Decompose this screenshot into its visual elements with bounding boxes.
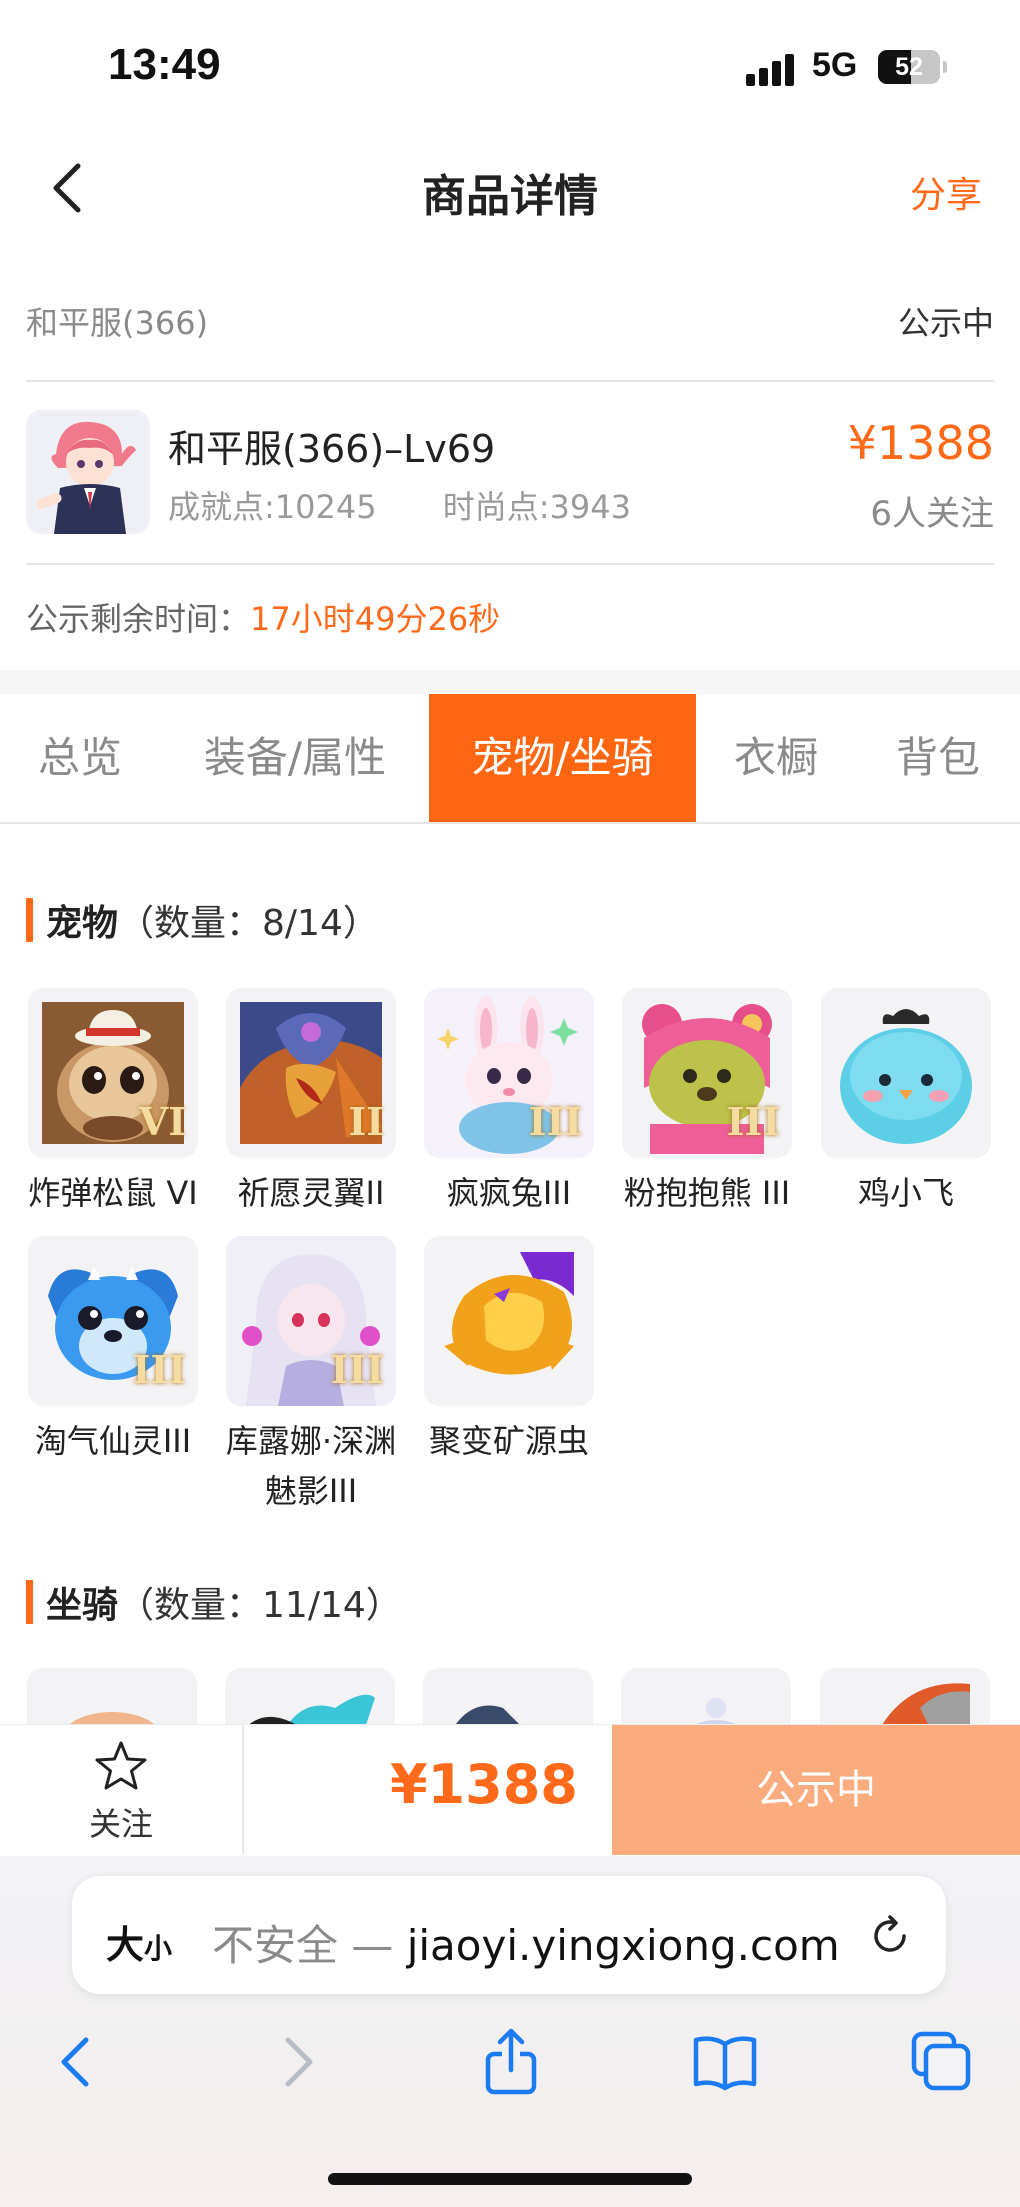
listing-state: 公示中	[897, 304, 994, 342]
pet-card[interactable]: III 库露娜·深渊魅影III	[225, 1236, 397, 1516]
pets-count: （数量：8/14）	[118, 903, 379, 944]
achievement-points: 成就点:10245	[168, 488, 377, 526]
mount-card[interactable]	[225, 1668, 395, 1728]
bookmarks-icon[interactable]	[690, 2026, 760, 2096]
fairy-dog-pet-icon: III	[28, 1236, 198, 1406]
mount-card[interactable]	[621, 1668, 791, 1728]
section-gap	[0, 670, 1020, 694]
share-button[interactable]: 分享	[910, 166, 982, 218]
reload-icon[interactable]	[868, 1914, 912, 1958]
follow-button[interactable]: 关注	[0, 1725, 244, 1855]
battery-icon: 52	[878, 50, 940, 84]
pet-name: 炸弹松鼠 VI	[28, 1174, 198, 1212]
pet-card[interactable]: VI 炸弹松鼠 VI	[27, 988, 199, 1218]
tab-backpack[interactable]: 背包	[872, 694, 1004, 822]
pets-section-title: 宠物	[46, 903, 119, 944]
bottom-price: ¥1388	[390, 1753, 578, 1816]
pet-name: 疯疯兔III	[446, 1174, 572, 1212]
tab-overview[interactable]: 总览	[0, 694, 160, 822]
tabs-icon[interactable]	[906, 2026, 976, 2096]
signal-icon	[746, 52, 798, 86]
mounts-count: （数量：11/14）	[118, 1585, 402, 1626]
follower-count: 6人关注	[870, 494, 994, 534]
pet-tier: III	[726, 1099, 780, 1144]
mount-card[interactable]	[27, 1668, 197, 1728]
eagle-pet-icon: II	[226, 988, 396, 1158]
chick-pet-icon	[821, 988, 991, 1158]
nav-bar: 商品详情 分享	[0, 130, 1020, 250]
browser-toolbar: 大小 不安全 — jiaoyi.yingxiong.com	[0, 1856, 1020, 2207]
back-arrow-icon[interactable]	[42, 2026, 112, 2096]
rabbit-pet-icon: III	[424, 988, 594, 1158]
bottom-action-bar: 关注 ¥1388 公示中	[0, 1724, 1020, 1855]
remaining-time-value: 17小时49分26秒	[250, 600, 501, 638]
tab-pets-mounts[interactable]: 宠物/坐骑	[429, 694, 696, 822]
mounts-section-title: 坐骑	[46, 1585, 119, 1626]
remaining-time-label: 公示剩余时间：	[26, 600, 251, 638]
pet-tier: III	[132, 1347, 186, 1392]
pet-card[interactable]: III 淘气仙灵III	[27, 1236, 199, 1466]
mount-card[interactable]	[820, 1668, 990, 1728]
listing-price: ¥1388	[847, 416, 994, 470]
network-type: 5G	[812, 46, 858, 84]
share-icon[interactable]	[476, 2026, 546, 2096]
product-summary[interactable]: 和平服(366)–Lv69 成就点:10245 时尚点:3943 ¥1388 6…	[26, 408, 994, 538]
pet-tier: III	[330, 1347, 384, 1392]
pet-card[interactable]: II 祈愿灵翼II	[225, 988, 397, 1218]
pet-name: 祈愿灵翼II	[237, 1174, 385, 1212]
detail-tabs: 总览 装备/属性 宠物/坐骑 衣橱 背包	[0, 694, 1020, 824]
divider	[26, 380, 994, 382]
divider	[26, 563, 994, 565]
page-title: 商品详情	[422, 171, 598, 222]
url-text: 不安全 — jiaoyi.yingxiong.com	[212, 1912, 840, 1973]
star-icon	[95, 1741, 147, 1790]
text-size-large: 大	[106, 1923, 145, 1967]
girl-pet-icon: III	[226, 1236, 396, 1406]
url-host: jiaoyi.yingxiong.com	[406, 1921, 840, 1970]
tab-equipment[interactable]: 装备/属性	[176, 694, 414, 822]
status-time: 13:49	[108, 40, 221, 89]
pet-card[interactable]: III 粉抱抱熊 III	[621, 988, 793, 1218]
pet-tier: II	[348, 1099, 384, 1144]
pet-tier: VI	[138, 1099, 186, 1144]
fashion-points: 时尚点:3943	[442, 488, 631, 526]
pet-tier: III	[528, 1099, 582, 1144]
home-indicator	[328, 2173, 692, 2185]
pet-name: 淘气仙灵III	[34, 1422, 192, 1460]
pet-name: 库露娜·深渊魅影III	[225, 1422, 397, 1510]
bear-pet-icon: III	[622, 988, 792, 1158]
follow-label: 关注	[88, 1805, 153, 1843]
battery-level: 52	[895, 53, 923, 81]
battery-tip	[943, 61, 947, 73]
status-bar: 13:49 5G 52	[0, 0, 1020, 130]
text-size-small: 小	[144, 1932, 173, 1965]
address-bar[interactable]: 大小 不安全 — jiaoyi.yingxiong.com	[72, 1876, 946, 1994]
text-size-button[interactable]: 大小	[106, 1914, 172, 1969]
listing-name: 和平服(366)–Lv69	[168, 427, 496, 471]
buy-status-button[interactable]: 公示中	[612, 1725, 1020, 1855]
squirrel-pet-icon: VI	[28, 988, 198, 1158]
character-avatar	[26, 410, 150, 534]
pet-card[interactable]: III 疯疯兔III	[423, 988, 595, 1218]
pet-name: 鸡小飞	[857, 1174, 954, 1212]
remaining-time: 公示剩余时间：17小时49分26秒	[26, 594, 500, 640]
pet-card[interactable]: 鸡小飞	[820, 988, 992, 1218]
pet-name: 聚变矿源虫	[428, 1422, 589, 1460]
forward-arrow-icon[interactable]	[262, 2026, 332, 2096]
listing-stats: 成就点:10245 时尚点:3943	[168, 482, 687, 528]
crystal-bug-pet-icon	[424, 1236, 594, 1406]
pet-card[interactable]: 聚变矿源虫	[423, 1236, 595, 1466]
server-name: 和平服(366)	[26, 304, 209, 342]
mount-card[interactable]	[423, 1668, 593, 1728]
pet-name: 粉抱抱熊 III	[623, 1174, 791, 1212]
listing-meta: 和平服(366) 公示中	[26, 288, 994, 348]
tab-wardrobe[interactable]: 衣橱	[712, 694, 840, 822]
insecure-label: 不安全 —	[212, 1921, 407, 1970]
